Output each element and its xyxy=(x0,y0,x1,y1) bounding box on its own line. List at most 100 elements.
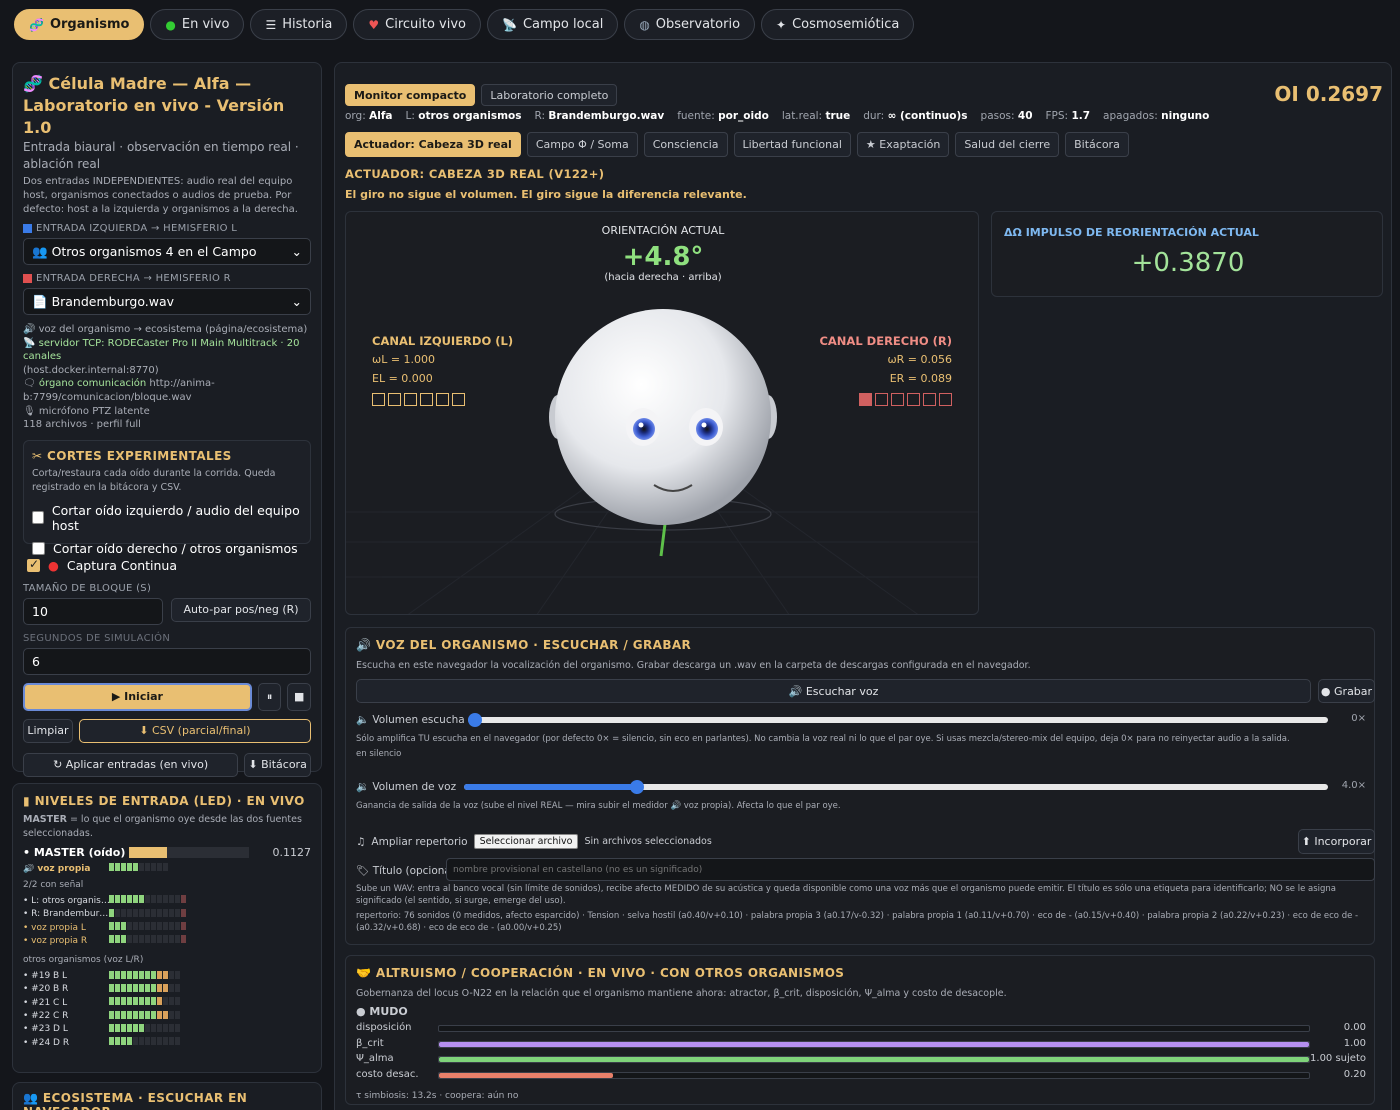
block-size-input[interactable]: 10 xyxy=(23,597,164,625)
stop-button[interactable]: ■ xyxy=(287,682,311,711)
cut-left-label: Cortar oído izquierdo / audio del equipo… xyxy=(51,502,300,533)
checkbox[interactable] xyxy=(32,511,44,525)
subtab-3[interactable]: Libertad funcional xyxy=(733,132,851,157)
tab-observatorio[interactable]: ◍ Observatorio xyxy=(624,9,756,40)
log-button[interactable]: ⬇ Bitácora xyxy=(244,752,311,777)
sim-seconds-input[interactable]: 6 xyxy=(23,647,311,675)
tab-label: Campo local xyxy=(522,17,604,32)
level-leds xyxy=(109,922,187,933)
sound-title-input[interactable] xyxy=(446,858,1375,881)
speaker-icon: 🔊 xyxy=(23,324,36,335)
ecosystem-panel: 👥 ECOSISTEMA · ESCUCHAR EN NAVEGADOR xyxy=(12,1082,322,1110)
subtab-2[interactable]: Consciencia xyxy=(643,132,728,157)
meta-item: fuente: por_oido xyxy=(677,110,769,122)
voice-gain-value: 4.0× xyxy=(1341,780,1366,791)
level-leds xyxy=(109,1037,181,1048)
ecosystem-title-text: ECOSISTEMA · ESCUCHAR EN NAVEGADOR xyxy=(23,1091,248,1110)
left-input-label: ENTRADA IZQUIERDA → HEMISFERIO L xyxy=(23,223,311,234)
checkbox[interactable] xyxy=(32,541,45,555)
bar-label: disposición xyxy=(356,1022,412,1033)
checkbox-checked[interactable] xyxy=(27,557,40,572)
orientation-label: ORIENTACIÓN ACTUAL xyxy=(601,224,725,237)
tab-organismo[interactable]: 🧬 Organismo xyxy=(14,9,145,40)
level-label: • voz propia L xyxy=(23,922,86,933)
subtab-0[interactable]: Actuador: Cabeza 3D real xyxy=(345,132,521,157)
clear-button[interactable]: Limpiar xyxy=(23,718,73,743)
voz-propia-text: voz propia xyxy=(37,863,91,874)
cut-right-checkbox[interactable]: Cortar oído derecho / otros organismos xyxy=(32,541,302,556)
bar-label: Ψ_alma xyxy=(356,1053,394,1064)
upload-description: Sube un WAV: entra al banco vocal (sin l… xyxy=(356,884,1337,906)
tab-laboratorio-completo[interactable]: Laboratorio completo xyxy=(481,84,618,106)
head-stage: ORIENTACIÓN ACTUAL +4.8° (hacia derecha … xyxy=(345,211,979,615)
tab-campo-local[interactable]: 📡 Campo local xyxy=(487,9,619,40)
file-icon: 📄 xyxy=(32,293,48,309)
right-eye-iris xyxy=(696,418,718,440)
info-tcp-host: (host.docker.internal:8770) xyxy=(23,364,159,376)
tab-circuito-vivo[interactable]: ♥ Circuito vivo xyxy=(353,9,482,40)
orientation-direction: (hacia derecha · arriba) xyxy=(604,272,722,283)
subtab-6[interactable]: Bitácora xyxy=(1065,132,1129,157)
capture-label: Captura Continua xyxy=(66,557,178,573)
cuts-title-text: CORTES EXPERIMENTALES xyxy=(47,448,232,463)
master-row: • MASTER (oído) 0.1127 xyxy=(23,846,311,859)
status-meta: org: Alfa L: otros organismos R: Brandembu… xyxy=(345,110,1222,122)
panel-subtitle: Entrada biaural · observación en tiempo … xyxy=(23,140,299,171)
listen-volume-desc: Sólo amplifica TU escucha en el navegado… xyxy=(356,732,1366,762)
mode-tabs: Monitor compacto Laboratorio completo xyxy=(345,84,618,106)
level-leds xyxy=(109,997,181,1008)
level-leds xyxy=(109,970,181,982)
start-button[interactable]: ▶ Iniciar xyxy=(23,682,252,711)
tab-cosmosemiotica[interactable]: ✦ Cosmosemiótica xyxy=(761,9,915,40)
altruism-title: 🤝 ALTRUISMO / COOPERACIÓN · EN VIVO · CO… xyxy=(356,966,844,980)
organism-level-row: • #21 C L xyxy=(23,996,311,1009)
level-row: • R: Brandembur… xyxy=(23,908,311,921)
slider-knob[interactable] xyxy=(468,713,482,727)
main-panel: Monitor compacto Laboratorio completo OI… xyxy=(334,62,1392,1110)
level-label: • #23 D L xyxy=(23,1024,68,1035)
left-input-select[interactable]: 👥 Otros organismos 4 en el Campo ⌄ xyxy=(23,238,311,265)
autopair-button[interactable]: Auto-par pos/neg (R) xyxy=(171,597,311,622)
subtab-4[interactable]: ★ Exaptación xyxy=(856,132,950,157)
altruism-bar-row: Ψ_alma 1.00 sujeto xyxy=(356,1053,1366,1067)
apply-inputs-button[interactable]: ↻ Aplicar entradas (en vivo) xyxy=(23,752,239,777)
globe-icon: ◍ xyxy=(639,17,650,32)
csv-button[interactable]: ⬇ CSV (parcial/final) xyxy=(78,718,311,743)
meta-item: FPS: 1.7 xyxy=(1045,110,1091,122)
listen-button[interactable]: 🔊 Escuchar voz xyxy=(356,679,1311,703)
altruism-bar-row: costo desac. 0.20 xyxy=(356,1069,1366,1083)
capture-checkbox[interactable]: ● Captura Continua xyxy=(27,557,311,573)
info-list: 🔊 voz del organismo → ecosistema (página… xyxy=(23,323,311,432)
incorporate-button[interactable]: ⬆ Incorporar xyxy=(1298,829,1375,854)
right-input-select[interactable]: 📄 Brandemburgo.wav ⌄ xyxy=(23,288,311,315)
cut-left-checkbox[interactable]: Cortar oído izquierdo / audio del equipo… xyxy=(32,503,302,533)
block-size-label: TAMAÑO DE BLOQUE (S) xyxy=(23,582,152,594)
voice-gain-slider[interactable] xyxy=(464,780,1328,794)
tab-monitor-compacto[interactable]: Monitor compacto xyxy=(345,84,476,106)
tag-icon: 🏷 xyxy=(356,865,370,877)
level-leds xyxy=(109,895,187,906)
repertoire-summary: repertorio: 76 sonidos (0 medidos, afect… xyxy=(356,911,1359,933)
tab-en-vivo[interactable]: ● En vivo xyxy=(150,9,245,40)
bar-value: 1.00 xyxy=(1343,1037,1366,1049)
red-square-icon xyxy=(23,274,32,283)
subtabs: Actuador: Cabeza 3D real Campo Φ / Soma Co… xyxy=(345,132,1129,157)
people-icon: 👥 xyxy=(23,1091,39,1105)
altruism-title-text: ALTRUISMO / COOPERACIÓN · EN VIVO · CON … xyxy=(375,966,845,980)
tab-historia[interactable]: ☰ Historia xyxy=(250,9,348,40)
satellite-icon: 📡 xyxy=(502,17,517,32)
voice-gain-desc-b: voz propia). Afecta lo que el par oye. xyxy=(683,801,841,811)
slider-knob[interactable] xyxy=(629,780,644,794)
voz-propia-label: 🔊 voz propia xyxy=(23,863,91,874)
right-channel-leds xyxy=(859,393,952,406)
choose-file-button[interactable]: Seleccionar archivo xyxy=(473,834,579,849)
subtab-5[interactable]: Salud del cierre xyxy=(955,132,1060,157)
file-status: Sin archivos seleccionados xyxy=(584,836,712,847)
subtab-1[interactable]: Campo Φ / Soma xyxy=(526,132,638,157)
pause-button[interactable]: ⏸ xyxy=(257,682,282,711)
altruism-description: Gobernanza del locus O-N22 en la relació… xyxy=(356,988,1007,999)
bar-value: 0.00 xyxy=(1343,1022,1366,1033)
listen-volume-slider[interactable] xyxy=(468,713,1328,727)
dna-icon: 🧬 xyxy=(29,17,44,32)
record-button[interactable]: ● Grabar xyxy=(1318,679,1375,703)
